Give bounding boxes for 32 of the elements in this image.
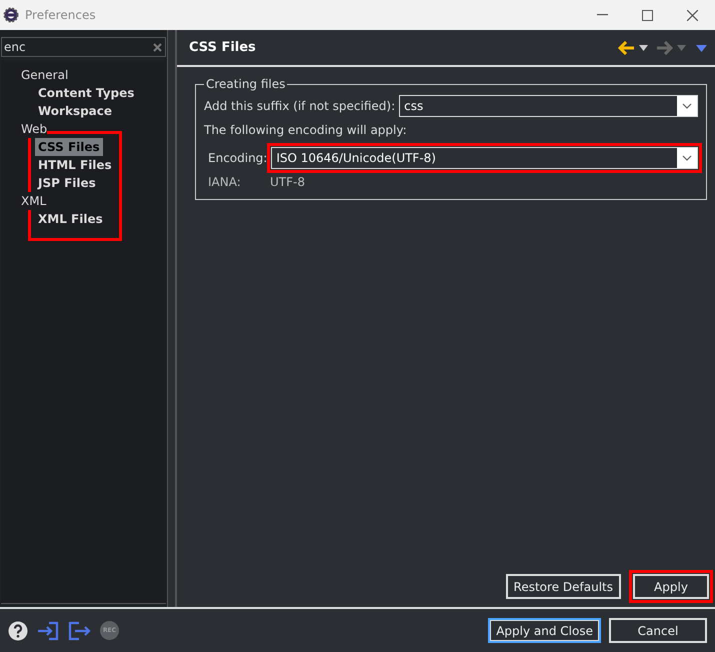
export-icon[interactable] bbox=[67, 620, 91, 640]
maximize-button[interactable] bbox=[642, 10, 653, 20]
forward-arrow-icon bbox=[656, 41, 673, 55]
import-icon[interactable] bbox=[37, 620, 59, 640]
app-gear-icon bbox=[3, 7, 19, 23]
close-button[interactable] bbox=[687, 10, 698, 20]
minimize-button[interactable] bbox=[597, 14, 608, 16]
iana-value: UTF-8 bbox=[270, 174, 305, 191]
back-arrow-icon[interactable] bbox=[618, 41, 635, 55]
group-title: Creating files bbox=[205, 77, 286, 91]
page-button[interactable]: Apply bbox=[633, 574, 709, 599]
encoding-dropdown[interactable]: ISO 10646/Unicode(UTF-8) bbox=[271, 147, 698, 169]
help-icon[interactable] bbox=[8, 620, 28, 640]
window-title: Preferences bbox=[25, 7, 96, 24]
dialog-button[interactable]: Cancel bbox=[609, 618, 707, 643]
page-button[interactable]: Restore Defaults bbox=[506, 574, 621, 599]
suffix-dropdown[interactable]: css bbox=[399, 95, 698, 117]
dropdown-icon[interactable] bbox=[639, 45, 648, 51]
dropdown-icon bbox=[677, 45, 686, 51]
page-title: CSS Files bbox=[189, 39, 256, 58]
chevron-icon bbox=[682, 103, 692, 109]
clear-icon[interactable] bbox=[153, 42, 162, 52]
filter-field[interactable]: enc bbox=[1, 37, 166, 57]
chevron-icon bbox=[682, 155, 692, 161]
encoding-label: Encoding: bbox=[208, 150, 268, 167]
tree-item[interactable]: CSS Files bbox=[35, 138, 103, 156]
encoding-note: The following encoding will apply: bbox=[204, 122, 408, 139]
menu-icon[interactable] bbox=[696, 44, 707, 52]
iana-label: IANA: bbox=[208, 174, 242, 191]
filter-input[interactable]: enc bbox=[2, 38, 142, 56]
suffix-label: Add this suffix (if not specified): bbox=[204, 98, 396, 115]
dialog-button[interactable]: Apply and Close bbox=[488, 618, 601, 643]
